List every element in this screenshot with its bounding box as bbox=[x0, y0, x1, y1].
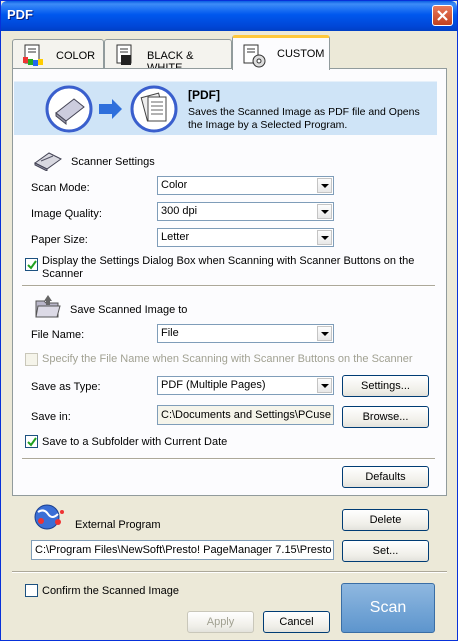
title-bar[interactable]: PDF bbox=[1, 1, 457, 31]
subfolder-label: Save to a Subfolder with Current Date bbox=[42, 436, 228, 448]
section-divider bbox=[22, 285, 435, 287]
save-in-field[interactable]: C:\Documents and Settings\PCuser bbox=[157, 405, 334, 425]
chevron-down-icon[interactable] bbox=[317, 230, 332, 245]
save-type-select[interactable]: PDF (Multiple Pages) bbox=[157, 376, 334, 395]
close-icon bbox=[437, 10, 448, 21]
folder-icon bbox=[35, 295, 61, 318]
save-section-title: Save Scanned Image to bbox=[70, 304, 188, 316]
confirm-checkbox[interactable] bbox=[25, 584, 38, 597]
chevron-down-icon[interactable] bbox=[317, 326, 332, 341]
color-document-icon bbox=[23, 44, 43, 66]
image-quality-value: 300 dpi bbox=[161, 205, 198, 217]
set-button[interactable]: Set... bbox=[342, 540, 429, 562]
scan-mode-value: Color bbox=[161, 179, 188, 191]
external-program-path-field[interactable]: C:\Program Files\NewSoft\Presto! PageMan… bbox=[31, 540, 334, 560]
checkmark-icon bbox=[27, 437, 37, 447]
save-type-value: PDF (Multiple Pages) bbox=[161, 379, 266, 391]
settings-button[interactable]: Settings... bbox=[342, 375, 429, 397]
external-program-path: C:\Program Files\NewSoft\Presto! PageMan… bbox=[35, 544, 331, 556]
scan-button[interactable]: Scan bbox=[341, 583, 435, 633]
image-quality-label: Image Quality: bbox=[31, 208, 102, 220]
checkmark-icon bbox=[27, 260, 37, 270]
apply-button[interactable]: Apply bbox=[187, 611, 254, 633]
scan-mode-select[interactable]: Color bbox=[157, 176, 334, 195]
display-dialog-label: Display the Settings Dialog Box when Sca… bbox=[42, 255, 415, 280]
scan-to-pdf-illustration bbox=[45, 85, 178, 133]
save-in-label: Save in: bbox=[31, 411, 71, 423]
section-divider bbox=[22, 458, 435, 460]
file-name-label: File Name: bbox=[31, 329, 85, 341]
file-name-value: File bbox=[161, 327, 179, 339]
paper-size-select[interactable]: Letter bbox=[157, 228, 334, 247]
chevron-down-icon[interactable] bbox=[317, 204, 332, 219]
tab-custom-label: CUSTOM bbox=[277, 48, 325, 60]
save-in-value: C:\Documents and Settings\PCuser bbox=[161, 409, 331, 421]
save-type-label: Save as Type: bbox=[31, 381, 101, 393]
bw-document-icon bbox=[116, 44, 132, 65]
defaults-button[interactable]: Defaults bbox=[342, 466, 429, 488]
tab-color-label: COLOR bbox=[56, 50, 96, 62]
banner-title: [PDF] bbox=[188, 88, 220, 102]
scanner-settings-title: Scanner Settings bbox=[71, 156, 155, 168]
specify-name-label: Specify the File Name when Scanning with… bbox=[42, 353, 413, 365]
window-title: PDF bbox=[7, 7, 33, 22]
scan-mode-label: Scan Mode: bbox=[31, 182, 90, 194]
tab-color[interactable]: COLOR bbox=[12, 39, 104, 69]
chevron-down-icon[interactable] bbox=[317, 178, 332, 193]
arrow-right-icon bbox=[99, 99, 122, 119]
tab-black-white[interactable]: BLACK & WHITE bbox=[104, 39, 232, 74]
delete-button[interactable]: Delete bbox=[342, 509, 429, 531]
close-button[interactable] bbox=[432, 5, 453, 26]
scanner-icon bbox=[34, 152, 62, 171]
paper-size-value: Letter bbox=[161, 231, 190, 243]
browse-button[interactable]: Browse... bbox=[342, 406, 429, 428]
custom-document-icon bbox=[243, 44, 266, 68]
dialog-window: PDF COLOR BLACK & WHITE CUST bbox=[0, 0, 458, 641]
file-name-select[interactable]: File bbox=[157, 324, 334, 343]
section-divider bbox=[12, 571, 447, 573]
chevron-down-icon[interactable] bbox=[317, 378, 332, 393]
display-dialog-checkbox[interactable] bbox=[25, 258, 38, 271]
external-program-title: External Program bbox=[75, 519, 161, 531]
subfolder-checkbox[interactable] bbox=[25, 435, 38, 448]
external-program-icon bbox=[34, 504, 64, 530]
confirm-label: Confirm the Scanned Image bbox=[42, 585, 179, 597]
banner-description: Saves the Scanned Image as PDF file and … bbox=[188, 106, 420, 131]
cancel-button[interactable]: Cancel bbox=[263, 611, 330, 633]
tab-custom[interactable]: CUSTOM bbox=[232, 35, 330, 70]
paper-size-label: Paper Size: bbox=[31, 234, 88, 246]
image-quality-select[interactable]: 300 dpi bbox=[157, 202, 334, 221]
specify-name-checkbox[interactable] bbox=[25, 353, 38, 366]
